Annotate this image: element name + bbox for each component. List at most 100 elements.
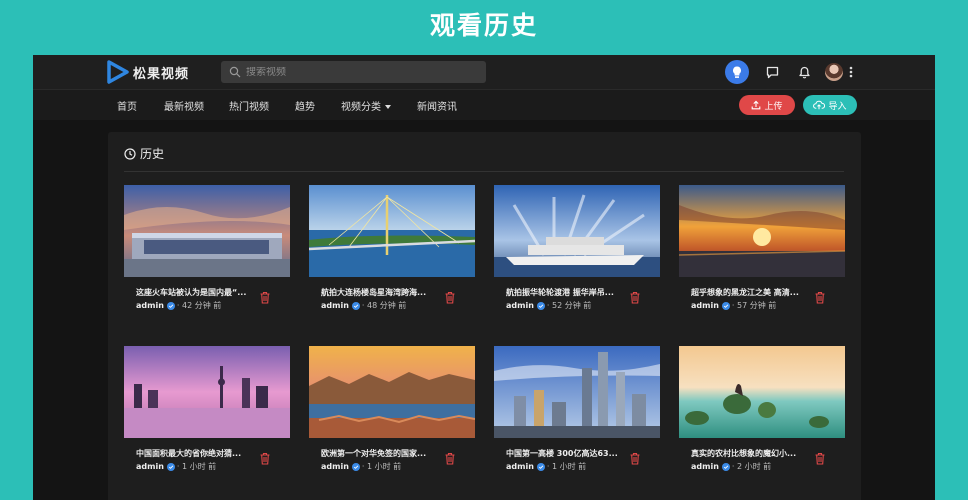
video-author[interactable]: admin (691, 462, 719, 471)
video-meta: admin · 48 分钟 前 (321, 300, 406, 311)
video-card[interactable]: 中国面积最大的省你绝对猜... admin · 1 小时 前 (124, 346, 290, 481)
video-title[interactable]: 超乎想象的黑龙江之美 高清... (691, 287, 817, 298)
video-meta: admin · 42 分钟 前 (136, 300, 221, 311)
video-meta: admin · 52 分钟 前 (506, 300, 591, 311)
video-title[interactable]: 航拍大连杨楼岛星海湾跨海... (321, 287, 447, 298)
banner-title: 观看历史 (429, 11, 538, 40)
verified-icon (166, 462, 175, 471)
trash-icon[interactable] (814, 452, 826, 465)
video-time: · 48 分钟 前 (361, 301, 407, 310)
video-author[interactable]: admin (136, 301, 164, 310)
history-panel: 历史 这座火车站被认为是国内最“... admin · 42 分钟 前 航拍大连… (108, 132, 861, 500)
lightbulb-button[interactable] (725, 60, 749, 84)
video-time: · 1 小时 前 (361, 462, 402, 471)
video-author[interactable]: admin (506, 462, 534, 471)
video-thumbnail[interactable] (309, 185, 475, 277)
import-button[interactable]: 导入 (803, 95, 857, 115)
avatar[interactable] (825, 63, 843, 81)
verified-icon (166, 301, 175, 310)
video-author[interactable]: admin (691, 301, 719, 310)
play-logo-icon (107, 60, 129, 84)
bell-icon (798, 66, 810, 78)
nav-item-home[interactable]: 首页 (117, 98, 137, 113)
nav-item-news[interactable]: 新闻资讯 (417, 98, 457, 113)
verified-icon (721, 462, 730, 471)
video-time: · 57 分钟 前 (731, 301, 777, 310)
video-author[interactable]: admin (321, 301, 349, 310)
video-title[interactable]: 中国面积最大的省你绝对猜... (136, 448, 262, 459)
trash-icon[interactable] (629, 452, 641, 465)
upload-label: 上传 (764, 101, 783, 112)
video-meta: admin · 1 小时 前 (321, 461, 401, 472)
verified-icon (351, 301, 360, 310)
verified-icon (351, 462, 360, 471)
search-input[interactable] (246, 66, 476, 78)
video-author[interactable]: admin (321, 462, 349, 471)
video-meta: admin · 57 分钟 前 (691, 300, 776, 311)
video-title[interactable]: 真实的农村比想象的魔幻小... (691, 448, 817, 459)
trash-icon[interactable] (444, 291, 456, 304)
divider (124, 171, 844, 172)
video-card[interactable]: 超乎想象的黑龙江之美 高清... admin · 57 分钟 前 (679, 185, 845, 320)
video-thumbnail[interactable] (679, 185, 845, 277)
notification-button[interactable] (795, 63, 813, 81)
video-title[interactable]: 中国第一高楼 300亿高达63... (506, 448, 632, 459)
nav-item-categories[interactable]: 视频分类 (341, 98, 391, 113)
search-icon (229, 66, 241, 78)
verified-icon (721, 301, 730, 310)
video-card[interactable]: 这座火车站被认为是国内最“... admin · 42 分钟 前 (124, 185, 290, 320)
video-thumbnail[interactable] (494, 346, 660, 438)
nav-item-latest[interactable]: 最新视频 (164, 98, 204, 113)
logo[interactable]: 松果视频 (107, 60, 189, 84)
video-thumbnail[interactable] (679, 346, 845, 438)
video-thumbnail[interactable] (309, 346, 475, 438)
import-label: 导入 (828, 101, 847, 112)
message-icon (766, 66, 778, 78)
trash-icon[interactable] (629, 291, 641, 304)
trash-icon[interactable] (444, 452, 456, 465)
trash-icon[interactable] (259, 291, 271, 304)
nav-item-popular[interactable]: 热门视频 (229, 98, 269, 113)
video-card[interactable]: 中国第一高楼 300亿高达63... admin · 1 小时 前 (494, 346, 660, 481)
banner: 观看历史 (0, 0, 968, 55)
video-card[interactable]: 欧洲第一个对华免签的国家... admin · 1 小时 前 (309, 346, 475, 481)
upload-icon (752, 100, 761, 110)
video-card[interactable]: 航拍大连杨楼岛星海湾跨海... admin · 48 分钟 前 (309, 185, 475, 320)
nav-item-categories-label: 视频分类 (341, 102, 381, 113)
verified-icon (536, 301, 545, 310)
video-time: · 1 小时 前 (546, 462, 587, 471)
verified-icon (536, 462, 545, 471)
chevron-down-icon (385, 105, 391, 109)
nav-item-trending[interactable]: 趋势 (295, 98, 315, 113)
trash-icon[interactable] (814, 291, 826, 304)
video-time: · 42 分钟 前 (176, 301, 222, 310)
video-card[interactable]: 真实的农村比想象的魔幻小... admin · 2 小时 前 (679, 346, 845, 481)
video-meta: admin · 1 小时 前 (136, 461, 216, 472)
more-vertical-icon[interactable] (847, 64, 855, 80)
video-meta: admin · 1 小时 前 (506, 461, 586, 472)
top-icons (725, 60, 855, 84)
video-title[interactable]: 这座火车站被认为是国内最“... (136, 287, 262, 298)
cloud-upload-icon (813, 100, 826, 110)
video-card[interactable]: 航拍振华轮轮渡港 振华岸吊... admin · 52 分钟 前 (494, 185, 660, 320)
trash-icon[interactable] (259, 452, 271, 465)
video-title[interactable]: 航拍振华轮轮渡港 振华岸吊... (506, 287, 632, 298)
video-title[interactable]: 欧洲第一个对华免签的国家... (321, 448, 447, 459)
lightbulb-icon (733, 66, 741, 78)
upload-button[interactable]: 上传 (739, 95, 795, 115)
top-bar: 松果视频 (33, 55, 935, 89)
clock-icon (124, 147, 136, 160)
main-nav: 首页 最新视频 热门视频 趋势 视频分类 新闻资讯 上传 导入 (33, 89, 935, 120)
video-author[interactable]: admin (136, 462, 164, 471)
history-header: 历史 (124, 145, 164, 162)
video-thumbnail[interactable] (494, 185, 660, 277)
video-meta: admin · 2 小时 前 (691, 461, 771, 472)
logo-text: 松果视频 (133, 66, 190, 82)
history-title: 历史 (140, 147, 165, 161)
message-button[interactable] (763, 63, 781, 81)
app-window: 松果视频 搜索视频 首页 最新视频 热门视频 趋势 视频分类 新闻资讯 上传 导… (33, 55, 935, 500)
video-thumbnail[interactable] (124, 346, 290, 438)
video-thumbnail[interactable] (124, 185, 290, 277)
video-author[interactable]: admin (506, 301, 534, 310)
search-box[interactable] (221, 61, 486, 83)
